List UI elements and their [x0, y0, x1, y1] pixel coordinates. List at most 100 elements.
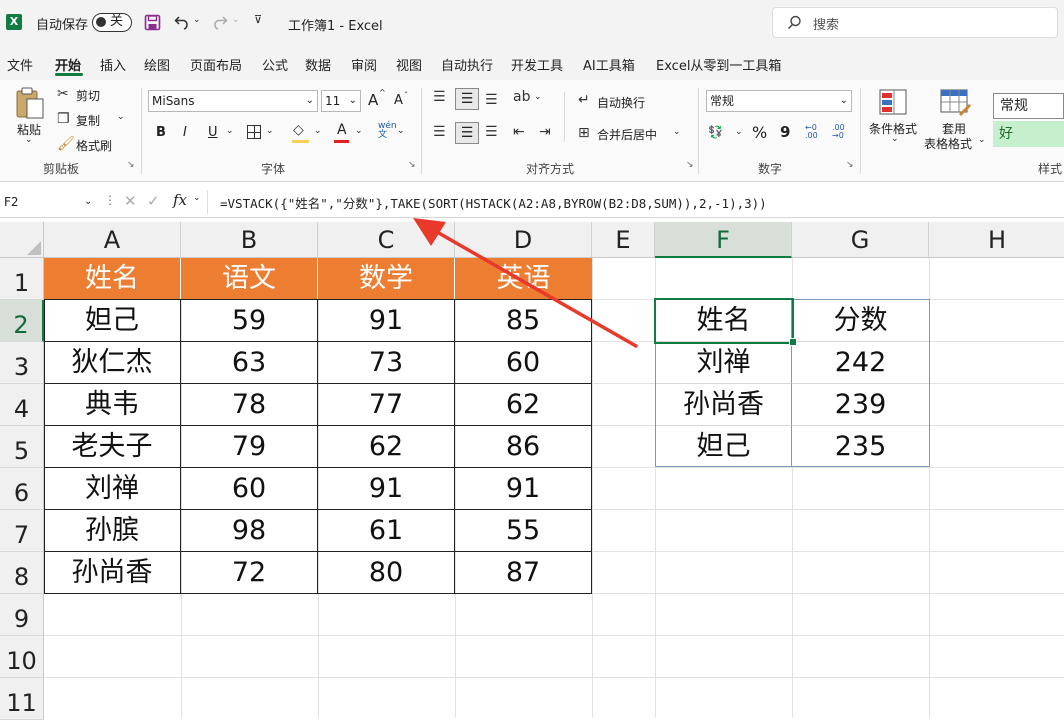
copy-button[interactable]: 复制 — [76, 112, 100, 129]
merge-center-icon[interactable]: ⊞ — [578, 125, 590, 141]
currency-icon[interactable]: 💱 — [708, 125, 723, 139]
table-cell[interactable]: 妲己 — [44, 300, 181, 342]
row-header-11[interactable]: 11 — [0, 678, 44, 720]
align-middle-icon[interactable]: ☰ — [455, 88, 479, 110]
column-header-f[interactable]: F — [655, 222, 792, 258]
table-header-cell[interactable]: 语文 — [181, 258, 318, 299]
row-header-2[interactable]: 2 — [0, 300, 44, 342]
merge-center-button[interactable]: 合并后居中 — [597, 126, 657, 143]
copy-dropdown-icon[interactable]: ⌄ — [117, 112, 125, 122]
tab-draw[interactable]: 绘图 — [144, 55, 170, 74]
clipboard-launcher-icon[interactable]: ↘ — [127, 160, 135, 170]
column-header-g[interactable]: G — [792, 222, 929, 258]
format-painter-icon[interactable]: 🖌 — [57, 136, 75, 152]
bold-button[interactable]: B — [156, 125, 166, 140]
row-header-1[interactable]: 1 — [0, 258, 44, 300]
decrease-decimal-icon[interactable]: .00 →0 — [832, 124, 845, 140]
output-cell[interactable]: 242 — [792, 342, 929, 384]
font-launcher-icon[interactable]: ↘ — [408, 160, 416, 170]
font-color-dropdown-icon[interactable]: ⌄ — [355, 126, 363, 136]
fill-color-icon[interactable]: ◇ — [293, 122, 304, 138]
table-cell[interactable]: 61 — [318, 510, 455, 552]
table-cell[interactable]: 刘禅 — [44, 468, 181, 510]
paste-dropdown-icon[interactable]: ⌄ — [25, 135, 33, 145]
paste-icon[interactable] — [14, 86, 46, 120]
table-cell[interactable]: 孙尚香 — [44, 552, 181, 594]
style-good[interactable]: 好 — [993, 121, 1064, 147]
underline-button[interactable]: U — [208, 125, 218, 140]
output-cell[interactable]: 刘禅 — [656, 342, 792, 384]
number-launcher-icon[interactable]: ↘ — [846, 160, 854, 170]
conditional-dropdown-icon[interactable]: ⌄ — [891, 134, 899, 144]
table-cell[interactable]: 91 — [455, 468, 592, 510]
redo-dropdown-icon[interactable]: ⌄ — [232, 15, 240, 25]
save-icon[interactable] — [144, 14, 161, 31]
table-cell[interactable]: 73 — [318, 342, 455, 384]
table-cell[interactable]: 79 — [181, 426, 318, 468]
font-size-dropdown[interactable]: 11 ⌄ — [321, 90, 361, 112]
table-cell[interactable]: 60 — [455, 342, 592, 384]
row-header-10[interactable]: 10 — [0, 636, 44, 678]
font-name-dropdown[interactable]: MiSans ⌄ — [148, 90, 318, 112]
cancel-icon[interactable]: ✕ — [124, 192, 137, 210]
table-cell[interactable]: 77 — [318, 384, 455, 426]
table-cell[interactable]: 59 — [181, 300, 318, 342]
fx-dropdown-icon[interactable]: ⌄ — [193, 193, 201, 203]
table-cell[interactable]: 87 — [455, 552, 592, 594]
orientation-icon[interactable]: ab — [513, 89, 530, 105]
autosave-toggle[interactable]: 关 — [92, 13, 132, 32]
style-normal[interactable]: 常规 — [993, 93, 1064, 119]
underline-dropdown-icon[interactable]: ⌄ — [226, 126, 234, 136]
borders-icon[interactable] — [247, 125, 261, 139]
row-header-6[interactable]: 6 — [0, 468, 44, 510]
row-header-5[interactable]: 5 — [0, 426, 44, 468]
tab-page-layout[interactable]: 页面布局 — [190, 55, 242, 74]
tab-automate[interactable]: 自动执行 — [441, 55, 493, 74]
formula-bar-more-icon[interactable]: ⋮ — [104, 193, 116, 207]
tab-home[interactable]: 开始 — [55, 55, 81, 74]
search-box[interactable]: 搜索 — [772, 7, 1058, 38]
column-header-d[interactable]: D — [455, 222, 592, 258]
fill-handle[interactable] — [789, 338, 797, 346]
table-cell[interactable]: 狄仁杰 — [44, 342, 181, 384]
table-cell[interactable]: 62 — [318, 426, 455, 468]
table-cell[interactable]: 典韦 — [44, 384, 181, 426]
shrink-font-button[interactable]: A — [394, 93, 403, 108]
chevron-down-icon[interactable]: ⌄ — [84, 190, 92, 214]
phonetic-dropdown-icon[interactable]: ⌄ — [397, 126, 405, 136]
row-header-8[interactable]: 8 — [0, 552, 44, 594]
decrease-indent-icon[interactable]: ⇤ — [513, 124, 525, 140]
format-as-table-label-2[interactable]: 表格格式 — [924, 135, 972, 152]
conditional-formatting-icon[interactable] — [878, 88, 908, 116]
table-cell[interactable]: 60 — [181, 468, 318, 510]
column-header-h[interactable]: H — [929, 222, 1064, 258]
table-cell[interactable]: 老夫子 — [44, 426, 181, 468]
tab-data[interactable]: 数据 — [305, 55, 331, 74]
merge-dropdown-icon[interactable]: ⌄ — [673, 127, 681, 137]
undo-dropdown-icon[interactable]: ⌄ — [193, 15, 201, 25]
table-cell[interactable]: 91 — [318, 300, 455, 342]
format-table-dropdown-icon[interactable]: ⌄ — [978, 135, 986, 145]
increase-decimal-icon[interactable]: ←0.00 — [805, 124, 818, 140]
tab-ai-toolbox[interactable]: AI工具箱 — [583, 55, 635, 74]
align-center-icon[interactable]: ☰ — [455, 122, 479, 144]
customize-toolbar-icon[interactable]: ⊽ — [254, 13, 262, 26]
worksheet-grid[interactable]: A B C D E F G H 1 2 3 4 5 6 7 8 9 10 11 … — [0, 222, 1064, 720]
row-header-7[interactable]: 7 — [0, 510, 44, 552]
output-cell[interactable]: 孙尚香 — [656, 384, 792, 426]
tab-review[interactable]: 审阅 — [351, 55, 377, 74]
select-all-corner[interactable] — [0, 222, 44, 258]
italic-button[interactable]: I — [183, 125, 187, 140]
tab-file[interactable]: 文件 — [7, 55, 33, 74]
percent-button[interactable]: % — [752, 123, 767, 142]
table-cell[interactable]: 63 — [181, 342, 318, 384]
insert-function-button[interactable]: fx — [173, 191, 187, 209]
number-format-dropdown[interactable]: 常规 ⌄ — [706, 90, 852, 112]
wrap-text-button[interactable]: 自动换行 — [597, 94, 645, 111]
table-header-cell[interactable]: 数学 — [318, 258, 455, 299]
currency-dropdown-icon[interactable]: ⌄ — [735, 127, 743, 137]
cut-icon[interactable]: ✂ — [57, 86, 69, 102]
borders-dropdown-icon[interactable]: ⌄ — [266, 126, 274, 136]
tab-insert[interactable]: 插入 — [100, 55, 126, 74]
formula-input[interactable]: =VSTACK({"姓名","分数"},TAKE(SORT(HSTACK(A2:… — [220, 193, 767, 212]
